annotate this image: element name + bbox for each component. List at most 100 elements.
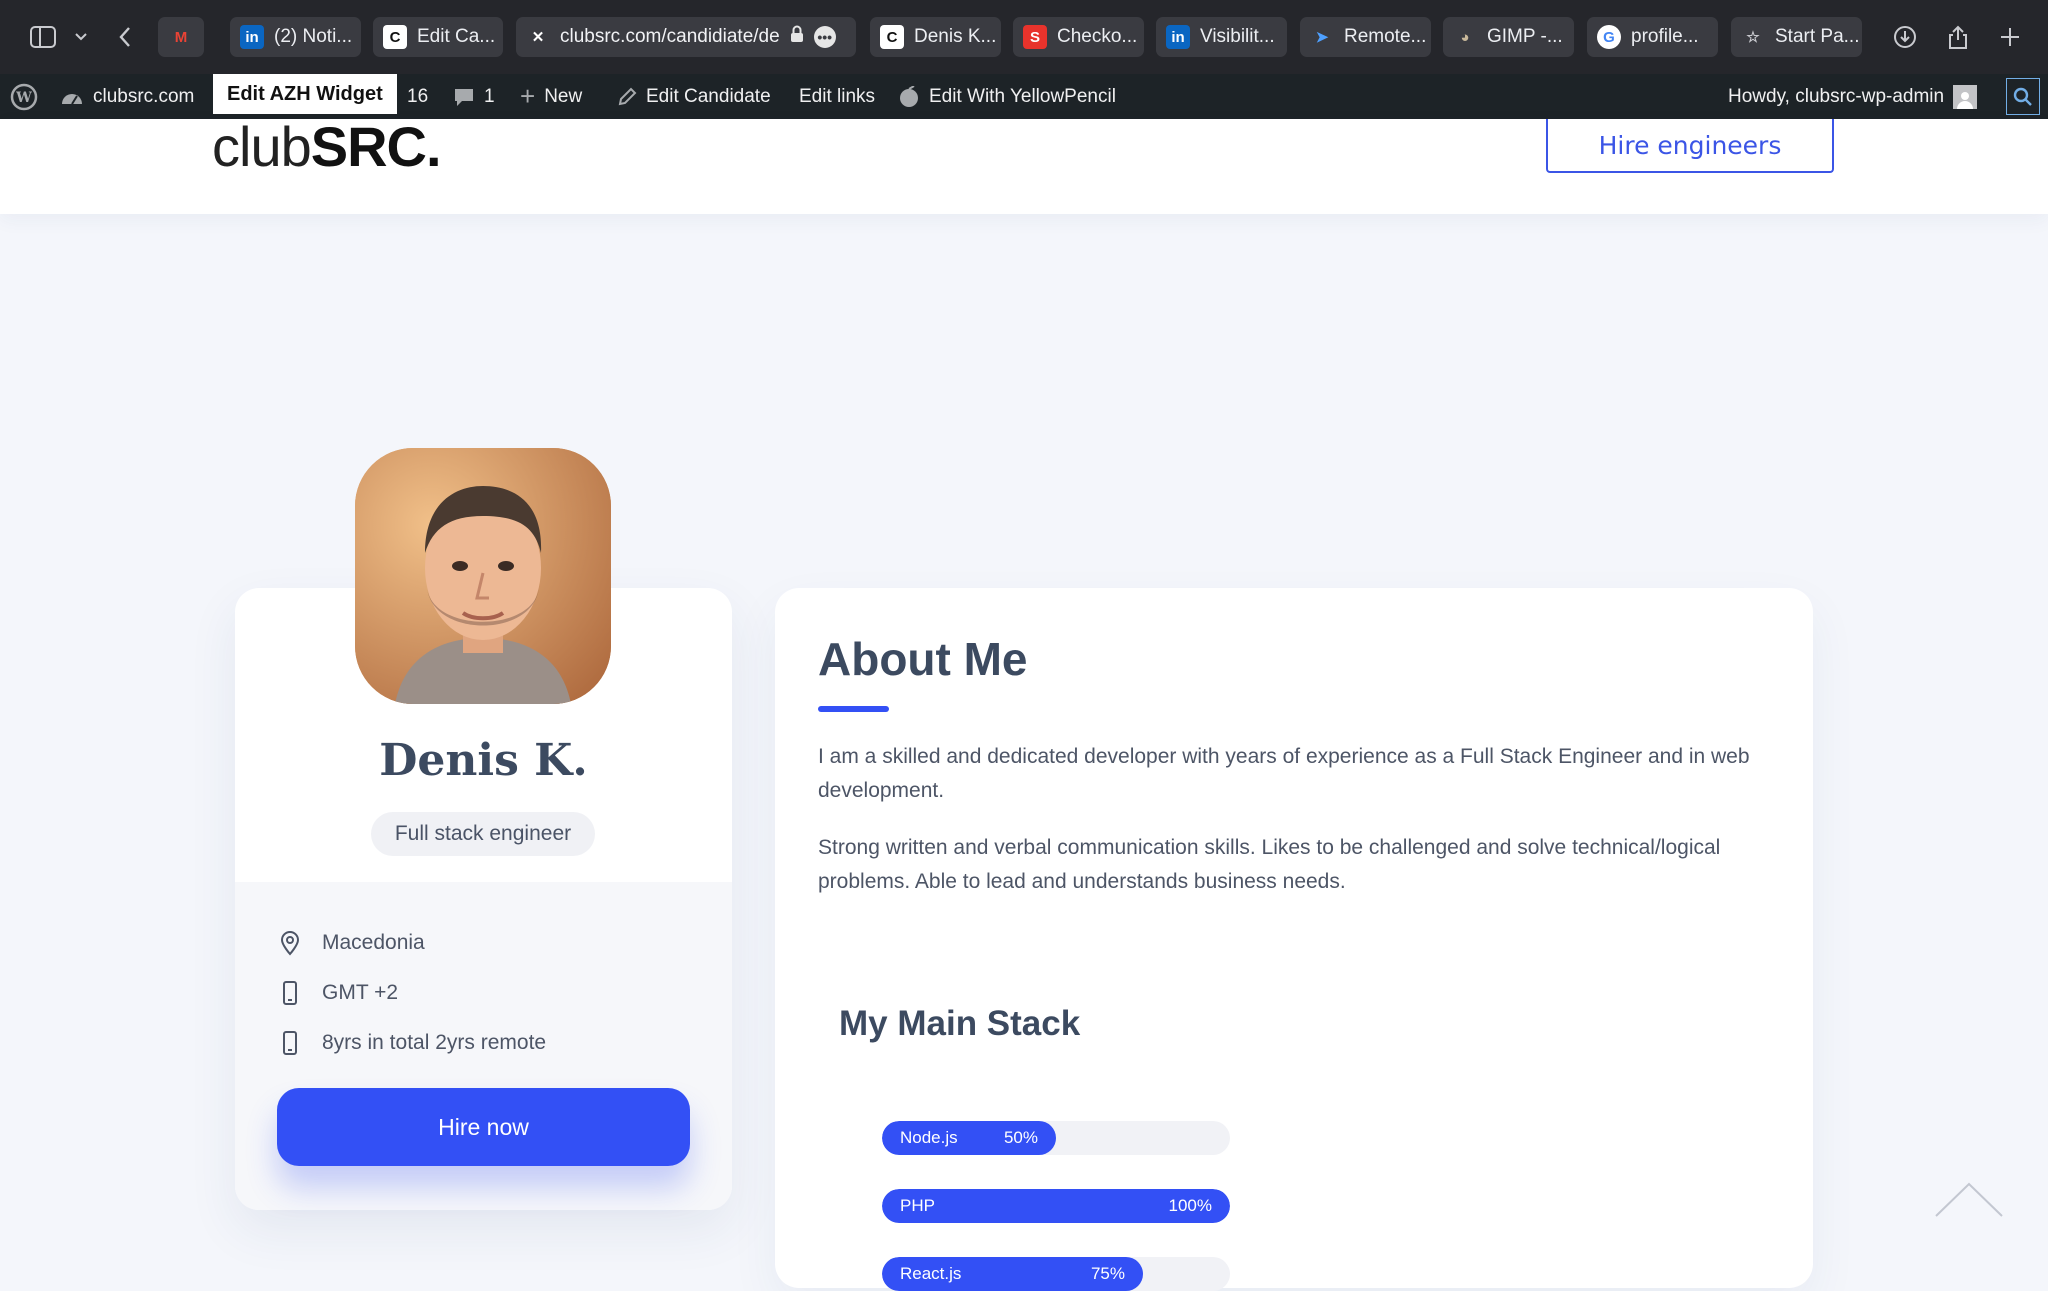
site-logo[interactable]: clubSRC.	[212, 119, 442, 175]
admin-edit-candidate[interactable]: Edit Candidate	[617, 74, 771, 119]
tab-checkout[interactable]: S Checko...	[1013, 17, 1144, 57]
role-badge: Full stack engineer	[371, 812, 595, 856]
checkout-icon: S	[1023, 25, 1047, 49]
experience-text: 8yrs in total 2yrs remote	[322, 1031, 547, 1054]
gimp-icon: ◕	[1460, 28, 1470, 46]
lock-icon	[790, 25, 804, 49]
tab-label: Remote...	[1344, 26, 1427, 47]
admin-edit-links[interactable]: Edit links	[799, 74, 875, 119]
plus-icon: +	[520, 81, 536, 111]
skill-bar-php: PHP 100%	[882, 1189, 1230, 1223]
address-bar-url[interactable]: clubsrc.com/candidiate/de	[560, 26, 780, 48]
google-icon: G	[1597, 25, 1621, 49]
admin-avatar	[1953, 84, 1978, 109]
admin-edit-candidate-label: Edit Candidate	[646, 85, 771, 107]
admin-search-icon[interactable]	[2006, 78, 2040, 115]
candidate-name: Denis K.	[379, 735, 588, 786]
scroll-to-top-icon[interactable]	[1934, 1180, 2004, 1220]
tab-label: GIMP -...	[1487, 26, 1563, 47]
yellowpencil-icon	[898, 85, 920, 108]
logo-light-text: club	[212, 115, 312, 178]
pencil-icon	[617, 87, 637, 107]
linkedin-icon: in	[240, 25, 264, 49]
admin-new[interactable]: + New	[520, 74, 582, 119]
tab-edit-candidate[interactable]: C Edit Ca...	[373, 17, 503, 57]
skill-fill: PHP 100%	[882, 1189, 1230, 1223]
skill-percent: 75%	[1090, 1264, 1125, 1283]
rocket-icon: ➤	[1315, 29, 1329, 46]
admin-updates[interactable]: 16	[407, 74, 428, 119]
sidebar-toggle-icon[interactable]	[24, 18, 62, 56]
tab-linkedin-visibility[interactable]: in Visibilit...	[1156, 17, 1287, 57]
admin-yellowpencil[interactable]: Edit With YellowPencil	[898, 74, 1116, 119]
download-icon[interactable]	[1886, 18, 1924, 56]
skill-bar-reactjs: React.js 75%	[882, 1257, 1230, 1291]
tab-label: Checko...	[1057, 26, 1138, 47]
stack-title: My Main Stack	[839, 1004, 1081, 1043]
linkedin-icon: in	[1166, 25, 1190, 49]
info-timezone: GMT +2	[278, 976, 398, 1010]
admin-comments[interactable]: 1	[453, 74, 495, 119]
skill-name: PHP	[900, 1196, 935, 1215]
svg-text:W: W	[15, 90, 32, 106]
tab-google-profile[interactable]: G profile...	[1587, 17, 1718, 57]
chevron-down-icon[interactable]	[62, 18, 100, 56]
updates-count: 16	[407, 85, 429, 107]
hire-engineers-button[interactable]: Hire engineers	[1546, 119, 1834, 173]
avatar	[355, 448, 611, 704]
admin-site-label: clubsrc.com	[93, 85, 195, 107]
site-header: clubSRC. Hire engineers	[0, 119, 2048, 214]
tab-remote[interactable]: ➤ Remote...	[1300, 17, 1431, 57]
skill-name: Node.js	[900, 1128, 958, 1147]
about-paragraph-2: Strong written and verbal communication …	[818, 836, 1721, 893]
share-icon[interactable]	[1939, 18, 1977, 56]
skill-bar-nodejs: Node.js 50%	[882, 1121, 1230, 1155]
tab-label: Start Pa...	[1775, 26, 1860, 47]
new-tab-icon[interactable]	[1991, 18, 2029, 56]
browser-tab-bar: M in (2) Noti... C Edit Ca... ✕ clubsrc.…	[0, 0, 2048, 74]
admin-yellowpencil-label: Edit With YellowPencil	[929, 85, 1116, 107]
comment-icon	[453, 87, 475, 107]
gmail-icon: M	[174, 28, 188, 46]
admin-new-label: New	[544, 85, 583, 107]
tab-label: profile...	[1631, 26, 1699, 47]
tab-label: Denis K...	[914, 26, 997, 47]
tab-active-address[interactable]: ✕ clubsrc.com/candidiate/de •••	[516, 17, 856, 57]
about-card	[775, 588, 1813, 1288]
skill-percent: 100%	[1168, 1196, 1212, 1215]
about-paragraph-1: I am a skilled and dedicated developer w…	[818, 745, 1750, 802]
location-pin-icon	[278, 930, 302, 956]
admin-site-link[interactable]: clubsrc.com	[60, 74, 194, 119]
tab-label: Visibilit...	[1200, 26, 1275, 47]
skill-name: React.js	[900, 1264, 962, 1283]
location-text: Macedonia	[322, 931, 425, 954]
tab-denis-k[interactable]: C Denis K...	[870, 17, 1001, 57]
admin-howdy: Howdy, clubsrc-wp-admin	[1728, 85, 1945, 107]
tab-label: Edit Ca...	[417, 26, 496, 47]
tab-gmail[interactable]: M	[158, 17, 204, 57]
skill-fill: Node.js 50%	[882, 1121, 1056, 1155]
wordpress-logo-icon[interactable]: W	[10, 74, 38, 119]
dashboard-icon	[60, 86, 84, 108]
star-icon: ☆	[1746, 29, 1760, 46]
hire-now-button[interactable]: Hire now	[277, 1088, 690, 1166]
admin-account[interactable]: Howdy, clubsrc-wp-admin	[1728, 74, 1978, 119]
close-icon[interactable]: ✕	[526, 25, 550, 49]
clubsrc-icon: C	[880, 25, 904, 49]
timezone-text: GMT +2	[322, 981, 399, 1004]
back-icon[interactable]	[106, 18, 144, 56]
logo-bold-text: SRC.	[310, 115, 442, 178]
clubsrc-icon: C	[383, 25, 407, 49]
admin-edit-links-label: Edit links	[799, 85, 876, 107]
info-location: Macedonia	[278, 926, 425, 960]
tab-linkedin-notifications[interactable]: in (2) Noti...	[230, 17, 361, 57]
comments-count: 1	[484, 85, 495, 107]
tab-label: (2) Noti...	[274, 26, 353, 47]
more-icon[interactable]: •••	[813, 26, 836, 48]
skill-fill: React.js 75%	[882, 1257, 1143, 1291]
about-title: About Me	[818, 633, 1028, 685]
tab-start-page[interactable]: ☆ Start Pa...	[1731, 17, 1862, 57]
phone-icon	[278, 1030, 302, 1056]
tab-gimp[interactable]: ◕ GIMP -...	[1443, 17, 1574, 57]
skill-percent: 50%	[1003, 1128, 1038, 1147]
